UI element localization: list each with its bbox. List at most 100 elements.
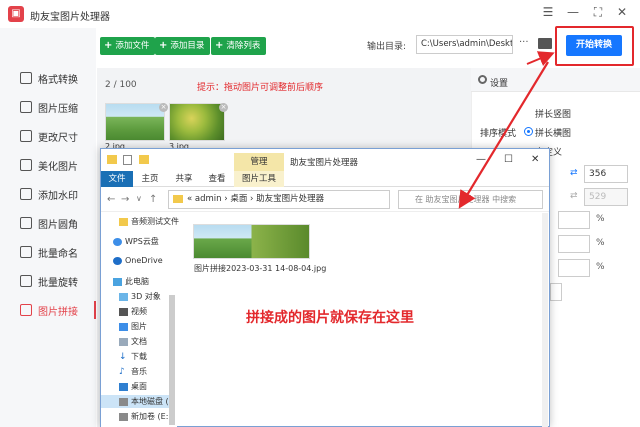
remove-icon[interactable]: × [159,103,168,112]
explorer-title: 助友宝图片处理器 [290,158,359,168]
settings-title: 设置 [490,79,509,89]
sidebar-item-rename[interactable]: 批量命名 [0,239,96,265]
tree-scrollbar[interactable] [169,295,175,425]
computer-icon [113,277,122,286]
up-icon[interactable]: ↑ [149,194,157,205]
download-icon: ↓ [119,351,127,362]
minimize-icon[interactable]: — [476,154,486,165]
tree-item-this-pc[interactable]: 此电脑 [113,276,149,287]
tree-item-video[interactable]: 视频 [119,306,147,317]
sidebar-item-compress[interactable]: 图片压缩 [0,94,96,120]
thumbnail-image[interactable] [169,103,225,141]
back-icon[interactable]: ← [107,194,115,205]
sidebar-item-watermark[interactable]: 添加水印 [0,181,96,207]
onedrive-icon [113,256,122,265]
close-icon[interactable]: ✕ [614,5,630,19]
clear-list-button[interactable]: + 清除列表 [211,37,267,55]
new-folder-icon[interactable] [139,155,149,164]
properties-icon[interactable] [123,155,132,165]
sidebar-item-stitch[interactable]: 图片拼接 [0,297,96,323]
tree-item-3d[interactable]: 3D 对象 [119,291,161,302]
sidebar-item-rotate[interactable]: 批量旋转 [0,268,96,294]
sidebar-item-label: 美化图片 [38,161,78,173]
search-input[interactable]: 在 助友宝图片处理器 中搜索 [398,190,543,209]
tab-share[interactable]: 共享 [171,171,197,187]
margin-input[interactable] [558,211,590,229]
tree-item-drive-e[interactable]: 新加卷 (E:) [119,411,172,422]
tree-item-wps[interactable]: WPS云盘 [113,236,159,247]
folder-icon[interactable] [538,38,552,49]
add-file-button[interactable]: + 添加文件 [100,37,156,55]
close-icon[interactable]: ✕ [531,154,539,165]
drag-hint: 提示：拖动图片可调整前后顺序 [197,83,324,93]
tab-file[interactable]: 文件 [101,171,133,187]
address-path: « admin › 桌面 › 助友宝图片处理器 [187,194,325,204]
add-directory-button[interactable]: + 添加目录 [155,37,211,55]
tree-item-desktop[interactable]: 桌面 [119,381,147,392]
output-dir-label: 输出目录: [367,42,407,52]
rotate-icon [20,275,32,287]
percent-sign: % [596,214,605,224]
width-input[interactable]: 529 [584,188,628,206]
sidebar-item-rounded[interactable]: 图片圆角 [0,210,96,236]
tab-view[interactable]: 查看 [204,171,230,187]
option-horizontal-radio[interactable] [524,127,533,136]
tab-picture-tools[interactable]: 图片工具 [234,171,284,187]
address-bar[interactable]: « admin › 桌面 › 助友宝图片处理器 [168,190,390,209]
tab-home[interactable]: 主页 [137,171,163,187]
compress-icon [20,101,32,113]
quality-input[interactable] [558,259,590,277]
sidebar-item-label: 更改尺寸 [38,132,78,144]
rounded-corner-icon [20,217,32,229]
sidebar-item-format[interactable]: 格式转换 [0,65,96,91]
recent-icon[interactable]: ∨ [136,194,142,203]
video-icon [119,307,128,316]
tree-item-documents[interactable]: 文档 [119,336,147,347]
music-icon: ♪ [119,366,125,377]
image-count: 2 / 100 [105,80,137,90]
thumbnail-image[interactable] [105,103,165,141]
document-icon [119,337,128,346]
tree-item-onedrive[interactable]: OneDrive [113,256,163,265]
tree-item-audio[interactable]: 音频测试文件 [119,216,179,227]
gear-icon [478,75,487,84]
spacing-input[interactable] [558,235,590,253]
tree-label: 桌面 [131,382,147,391]
height-input[interactable]: 356 [584,165,628,183]
swap-icon[interactable]: ⇄ [570,168,578,178]
forward-icon[interactable]: → [121,194,129,205]
ribbon-tabs: 文件 主页 共享 查看 图片工具 [101,171,549,187]
percent-sign: % [596,262,605,272]
tree-label: 文档 [131,337,147,346]
output-dir-field[interactable]: C:\Users\admin\Deskto [416,35,513,54]
menu-icon[interactable]: ☰ [540,5,556,19]
stitched-image-thumbnail[interactable] [193,224,310,259]
sidebar: 格式转换 图片压缩 更改尺寸 美化图片 添加水印 图片圆角 批量命名 批量旋转 … [0,28,96,427]
folder-icon [173,195,183,203]
sidebar-item-label: 图片压缩 [38,103,78,115]
add-directory-label: 添加目录 [170,41,205,51]
tree-label: 视频 [131,307,147,316]
title-bar: ▣ 助友宝图片处理器 ☰ — ⛶ ✕ [0,0,640,28]
remove-icon[interactable]: × [219,103,228,112]
tree-item-music[interactable]: ♪ 音乐 [119,366,147,377]
tree-item-downloads[interactable]: ↓ 下载 [119,351,147,362]
tree-item-pictures[interactable]: 图片 [119,321,147,332]
stitched-image-filename: 图片拼接2023-03-31 14-08-04.jpg [194,264,327,273]
maximize-icon[interactable]: ⛶ [590,5,606,20]
tree-label: OneDrive [125,256,163,265]
desktop-icon [119,382,128,391]
maximize-icon[interactable]: ☐ [504,154,513,165]
sidebar-item-label: 添加水印 [38,190,78,202]
content-scrollbar[interactable] [542,213,548,427]
manage-context-tab[interactable]: 管理 [234,153,284,171]
sidebar-item-resize[interactable]: 更改尺寸 [0,123,96,149]
color-picker[interactable] [550,283,562,301]
more-options-button[interactable]: ··· [519,37,529,48]
sidebar-item-beautify[interactable]: 美化图片 [0,152,96,178]
minimize-icon[interactable]: — [565,5,581,19]
tree-item-drive-c[interactable]: 本地磁盘 (C:) [101,395,169,408]
sidebar-item-label: 图片圆角 [38,219,78,231]
cloud-icon [113,237,122,246]
swap-icon: ⇄ [570,191,578,201]
